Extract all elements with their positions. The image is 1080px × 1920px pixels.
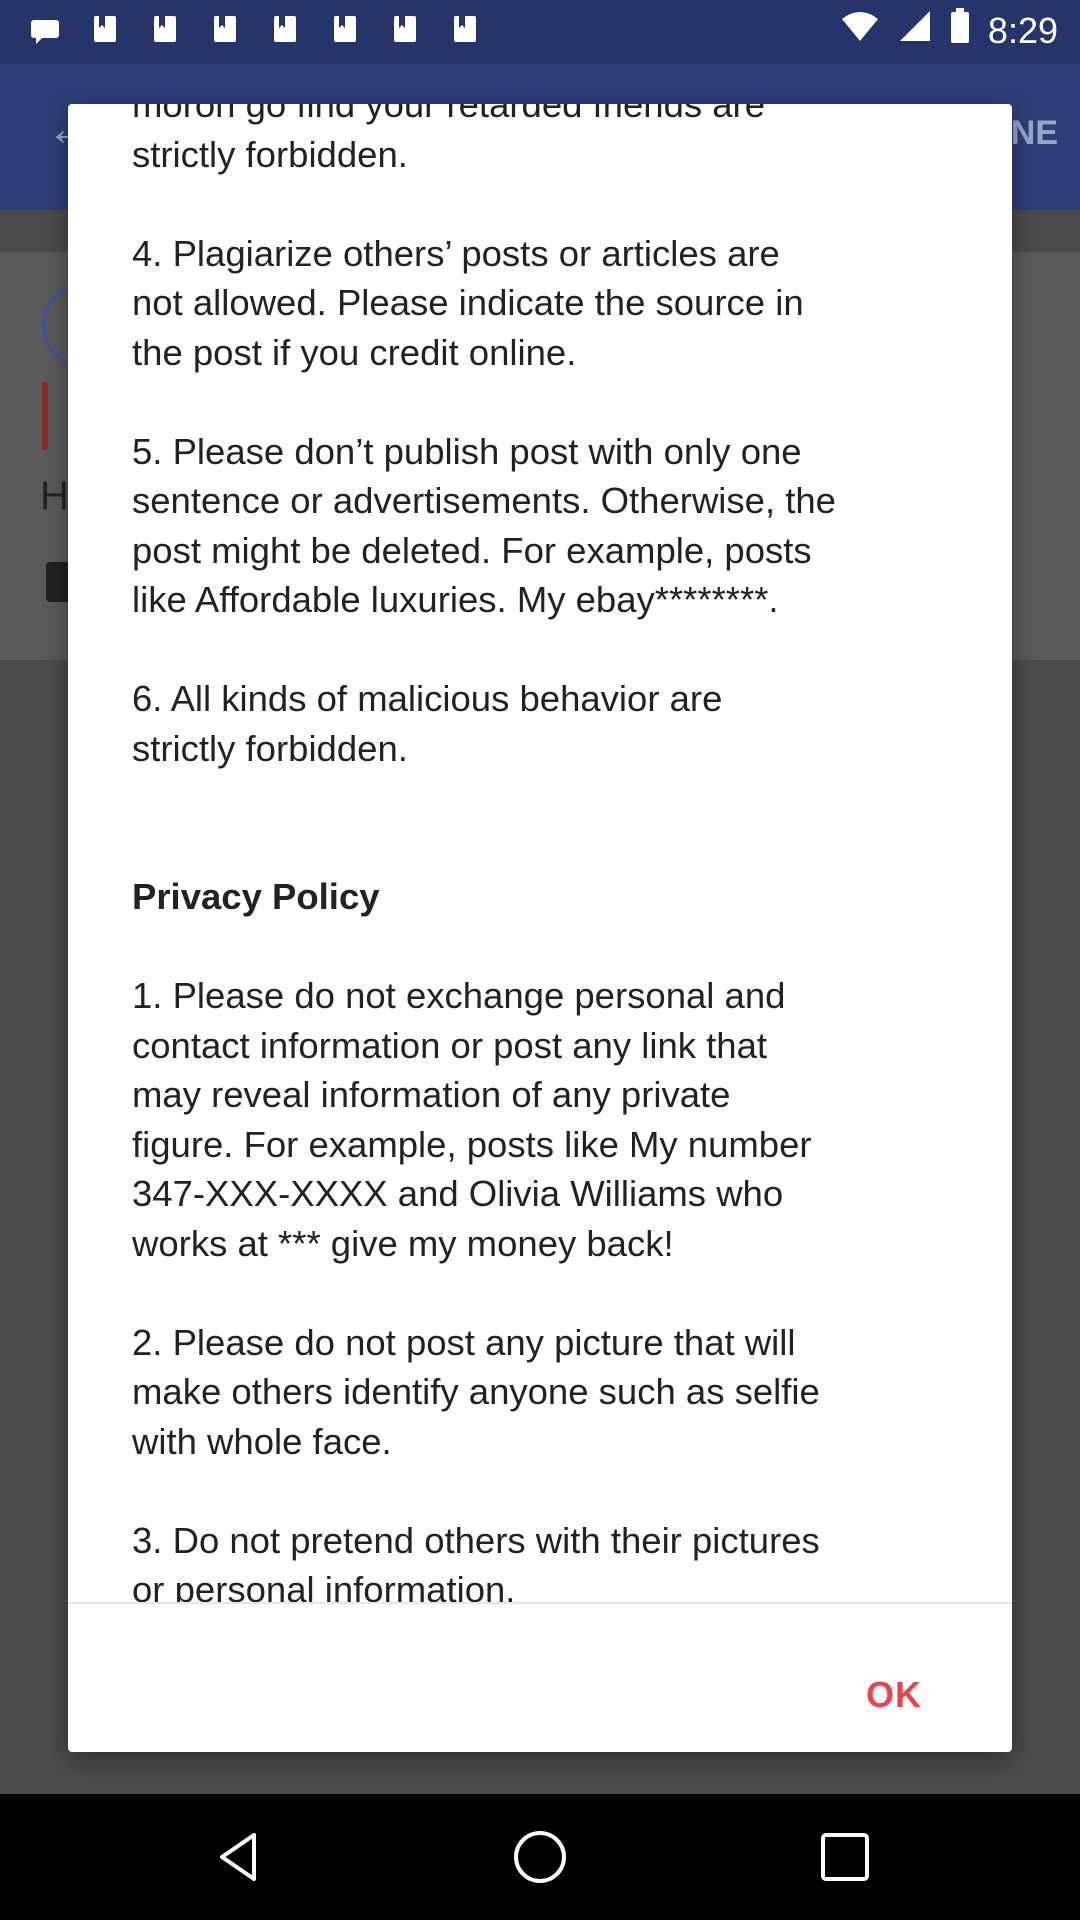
rule6-line: 6. All kinds of malicious behavior are xyxy=(132,678,723,719)
privacy1-line: 1. Please do not exchange personal and xyxy=(132,975,786,1016)
rule6-line: strictly forbidden. xyxy=(132,727,408,769)
rule5-line: sentence or advertisements. Otherwise, t… xyxy=(132,480,836,521)
notification-icons xyxy=(28,12,482,46)
text-cursor xyxy=(42,382,48,450)
book-icon xyxy=(268,12,302,46)
navigation-bar xyxy=(0,1794,1080,1920)
rule4-line: 4. Plagiarize others’ posts or articles … xyxy=(132,232,780,274)
rule5-line: like Affordable luxuries. My ebay*******… xyxy=(132,579,779,620)
privacy3-line: or personal information. xyxy=(132,1569,516,1602)
privacy1-line: figure. For example, posts like My numbe… xyxy=(132,1123,812,1165)
book-icon xyxy=(448,12,482,46)
toolbar-action: NE xyxy=(1010,114,1058,152)
rule3-line: strictly forbidden. xyxy=(132,133,408,175)
privacy2-line: with whole face. xyxy=(132,1420,392,1462)
book-icon xyxy=(148,12,182,46)
privacy1-line: may reveal information of any private xyxy=(132,1074,731,1115)
terms-dialog: moron go find your retarded friends are … xyxy=(68,104,1012,1752)
book-icon xyxy=(88,12,122,46)
privacy3-line: 3. Do not pretend others with their pict… xyxy=(132,1519,820,1561)
privacy1-line: 347-XXX-XXXX and Olivia Williams who xyxy=(132,1173,784,1214)
card-text: H xyxy=(40,474,69,518)
dialog-divider xyxy=(68,1602,1012,1604)
book-icon xyxy=(388,12,422,46)
privacy1-line: contact information or post any link tha… xyxy=(132,1024,768,1066)
home-icon[interactable] xyxy=(510,1827,570,1887)
privacy2-line: make others identify anyone such as self… xyxy=(132,1371,820,1412)
rule5-line: post might be deleted. For example, post… xyxy=(132,529,812,571)
rule5-line: 5. Please don’t publish post with only o… xyxy=(132,430,802,472)
rule4-line: the post if you credit online. xyxy=(132,331,577,373)
wifi-icon xyxy=(840,9,880,52)
signal-icon xyxy=(898,9,932,52)
dialog-content: moron go find your retarded friends are … xyxy=(132,104,962,1602)
privacy-policy-heading: Privacy Policy xyxy=(132,876,380,917)
system-status: 8:29 xyxy=(840,8,1058,53)
battery-icon xyxy=(950,8,970,53)
rule3-line: moron go find your retarded friends are xyxy=(132,104,766,125)
clock: 8:29 xyxy=(987,9,1058,51)
ok-button[interactable]: OK xyxy=(866,1674,922,1716)
privacy2-line: 2. Please do not post any picture that w… xyxy=(132,1321,796,1363)
back-icon[interactable] xyxy=(210,1827,270,1887)
privacy1-line: works at *** give my money back! xyxy=(132,1222,674,1264)
status-bar: 8:29 xyxy=(0,0,1080,64)
dialog-scroll-area[interactable]: moron go find your retarded friends are … xyxy=(68,104,1012,1602)
rule4-line: not allowed. Please indicate the source … xyxy=(132,282,804,323)
book-icon xyxy=(328,12,362,46)
recent-apps-icon[interactable] xyxy=(815,1827,875,1887)
message-icon xyxy=(28,12,62,46)
book-icon xyxy=(208,12,242,46)
